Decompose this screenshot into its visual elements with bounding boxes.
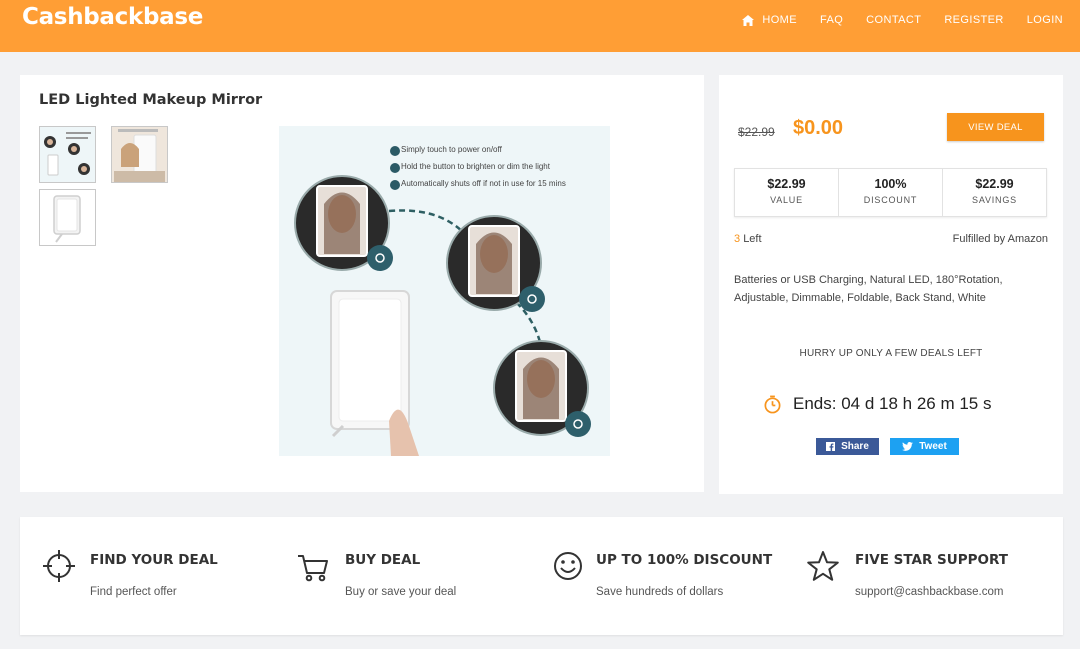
nav-home-label: HOME	[762, 14, 797, 26]
nav-login[interactable]: LOGIN	[1027, 14, 1063, 26]
feature-discount-desc: Save hundreds of dollars	[596, 586, 724, 598]
crosshair-icon	[43, 550, 75, 582]
product-thumbnail-2[interactable]	[111, 126, 168, 183]
stat-savings: $22.99 SAVINGS	[943, 169, 1046, 216]
deal-card: $22.99 $0.00 VIEW DEAL $22.99 VALUE 100%…	[719, 75, 1063, 494]
stat-discount-amount: 100%	[874, 177, 907, 191]
stat-value-amount: $22.99	[767, 177, 806, 191]
nav-faq[interactable]: FAQ	[820, 14, 843, 26]
image-feature-2: Hold the button to brighten or dim the l…	[401, 162, 550, 171]
fulfilled-by: Fulfilled by Amazon	[952, 233, 1048, 245]
feature-discount: UP TO 100% DISCOUNT Save hundreds of dol…	[535, 517, 790, 635]
twitter-tweet-label: Tweet	[919, 441, 947, 452]
mirror-illustration	[279, 126, 610, 456]
feature-buy-deal-title: BUY DEAL	[345, 552, 421, 568]
smile-icon	[554, 552, 582, 580]
product-title: LED Lighted Makeup Mirror	[39, 92, 263, 108]
nav-home[interactable]: HOME	[742, 14, 797, 26]
cart-icon	[298, 555, 328, 582]
new-price: $0.00	[793, 117, 844, 139]
stock-left-label: Left	[743, 233, 762, 245]
feature-support-title: FIVE STAR SUPPORT	[855, 552, 1008, 568]
countdown-timer: Ends: 04 d 18 h 26 m 15 s	[763, 394, 991, 414]
hurry-message: HURRY UP ONLY A FEW DEALS LEFT	[799, 348, 983, 359]
product-main-image[interactable]: Simply touch to power on/off Hold the bu…	[279, 126, 610, 456]
twitter-icon	[902, 442, 914, 451]
stat-value-label: VALUE	[770, 195, 803, 205]
old-price: $22.99	[738, 125, 775, 139]
countdown-text: Ends: 04 d 18 h 26 m 15 s	[793, 394, 992, 413]
product-thumbnail-1[interactable]	[39, 126, 96, 183]
deal-stats: $22.99 VALUE 100% DISCOUNT $22.99 SAVING…	[734, 168, 1047, 217]
product-description: Batteries or USB Charging, Natural LED, …	[734, 274, 1003, 304]
facebook-icon	[826, 442, 836, 451]
thumbnail-3-image	[40, 190, 95, 245]
stat-savings-label: SAVINGS	[972, 195, 1017, 205]
stat-savings-amount: $22.99	[975, 177, 1014, 191]
site-logo[interactable]: Cashbackbase	[22, 4, 203, 30]
facebook-share-button[interactable]: Share	[816, 438, 879, 455]
main-nav: HOME FAQ CONTACT REGISTER LOGIN	[742, 14, 1063, 26]
product-card: LED Lighted Makeup Mirror Simply touch t…	[20, 75, 704, 492]
feature-buy-deal: BUY DEAL Buy or save your deal	[280, 517, 535, 635]
thumbnail-2-image	[112, 127, 167, 182]
image-feature-3: Automatically shuts off if not in use fo…	[401, 179, 566, 188]
thumbnail-1-image	[40, 127, 95, 182]
feature-buy-deal-desc: Buy or save your deal	[345, 586, 457, 598]
stat-discount-label: DISCOUNT	[863, 195, 918, 205]
image-feature-1: Simply touch to power on/off	[401, 145, 502, 154]
feature-support-email[interactable]: support@cashbackbase.com	[855, 586, 1003, 598]
stock-left-count: 3	[734, 233, 741, 245]
product-thumbnail-3[interactable]	[39, 189, 96, 246]
facebook-share-label: Share	[841, 441, 869, 452]
feature-find-deal-desc: Find perfect offer	[90, 586, 177, 598]
feature-find-deal: FIND YOUR DEAL Find perfect offer	[20, 517, 280, 635]
star-icon	[807, 551, 839, 581]
stopwatch-icon	[764, 395, 781, 413]
feature-find-deal-title: FIND YOUR DEAL	[90, 552, 218, 568]
nav-contact[interactable]: CONTACT	[866, 14, 921, 26]
stock-left: 3 Left	[734, 233, 762, 245]
view-deal-button[interactable]: VIEW DEAL	[947, 113, 1044, 141]
twitter-tweet-button[interactable]: Tweet	[890, 438, 959, 455]
home-icon	[742, 14, 755, 26]
nav-register[interactable]: REGISTER	[944, 14, 1003, 26]
site-header: Cashbackbase HOME FAQ CONTACT REGISTER L…	[0, 0, 1080, 52]
feature-support: FIVE STAR SUPPORT support@cashbackbase.c…	[790, 517, 1063, 635]
features-strip: FIND YOUR DEAL Find perfect offer BUY DE…	[20, 517, 1063, 635]
feature-discount-title: UP TO 100% DISCOUNT	[596, 552, 773, 568]
stat-value: $22.99 VALUE	[735, 169, 839, 216]
stat-discount: 100% DISCOUNT	[839, 169, 943, 216]
